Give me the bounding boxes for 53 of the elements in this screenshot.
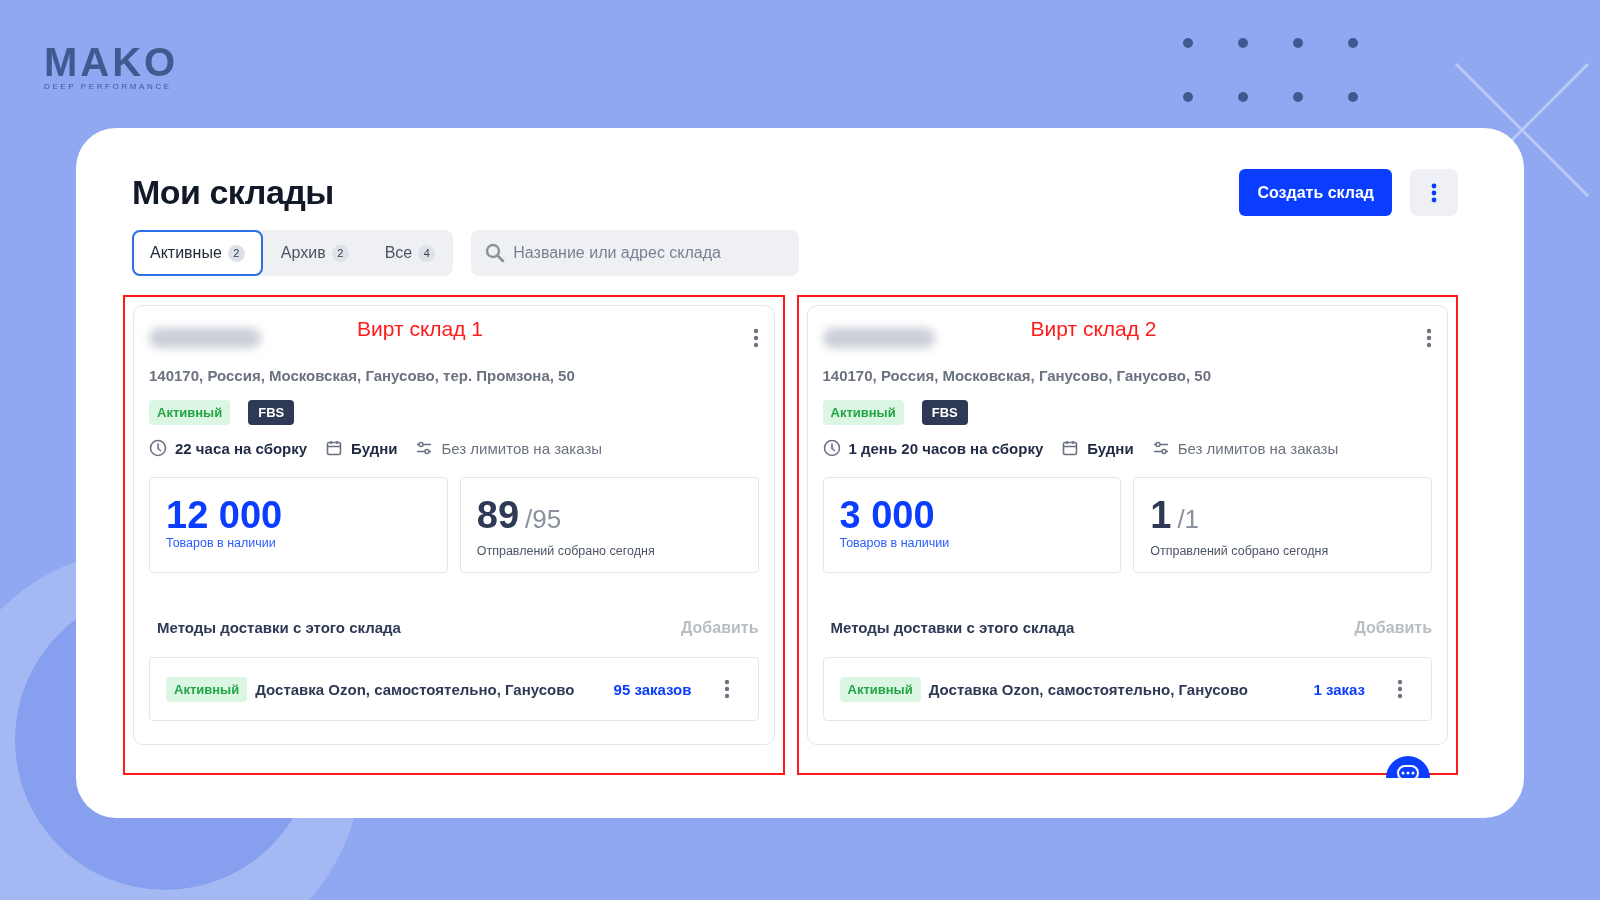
shipped-count: 89 xyxy=(476,496,520,534)
orders-link[interactable]: 95 заказов xyxy=(613,680,692,698)
sliders-icon xyxy=(1151,439,1170,457)
clock-icon xyxy=(149,439,167,457)
more-icon[interactable] xyxy=(1397,679,1403,699)
scheme-tag: FBS xyxy=(921,400,968,425)
section-heading: Методы доставки с этого склада xyxy=(157,619,401,637)
search-field[interactable]: Название или адрес склада xyxy=(471,230,800,276)
shipped-count: 1 xyxy=(1150,496,1172,534)
scheme-tag: FBS xyxy=(248,400,295,425)
chat-icon[interactable] xyxy=(1386,756,1430,778)
status-tag: Активный xyxy=(149,400,231,425)
more-button[interactable] xyxy=(1410,169,1458,216)
assembly-time: 22 часа на сборку xyxy=(175,439,308,457)
order-limits: Без лимитов на заказы xyxy=(441,439,603,457)
orders-link[interactable]: 1 заказ xyxy=(1313,680,1365,698)
calendar-icon xyxy=(1061,439,1080,457)
warehouse-address: 140170, Россия, Московская, Ганусово, Ганусово, 50 xyxy=(822,367,1212,384)
filter-tab[interactable]: Архив 2 xyxy=(262,230,367,276)
annotation-label: Вирт склад 1 xyxy=(357,317,484,341)
more-icon xyxy=(1431,182,1437,203)
delivery-method-name: Доставка Ozon, самостоятельно, Ганусово xyxy=(255,680,576,698)
delivery-method-name: Доставка Ozon, самостоятельно, Ганусово xyxy=(928,680,1249,698)
stock-count: 3 000 xyxy=(839,496,936,534)
shipped-total: /95 xyxy=(525,503,562,536)
logo: MAKO xyxy=(44,44,179,80)
schedule: Будни xyxy=(351,439,398,457)
more-icon[interactable] xyxy=(723,679,730,699)
shipped-label: Отправлений собрано сегодня xyxy=(476,544,656,558)
more-icon[interactable] xyxy=(1426,328,1432,348)
clock-icon xyxy=(822,439,841,457)
order-limits: Без лимитов на заказы xyxy=(1177,439,1339,457)
annotation-label: Вирт склад 2 xyxy=(1030,317,1157,341)
shipped-label: Отправлений собрано сегодня xyxy=(1150,544,1330,558)
more-icon[interactable] xyxy=(752,328,759,348)
schedule: Будни xyxy=(1087,439,1134,457)
filter-tab[interactable]: Активные 2 xyxy=(132,230,263,276)
stock-label: Товаров в наличии xyxy=(166,536,277,550)
warehouse-address: 140170, Россия, Московская, Ганусово, тер. Промзона, 50 xyxy=(149,367,576,384)
section-heading: Методы доставки с этого склада xyxy=(830,619,1075,637)
stock-count: 12 000 xyxy=(166,496,284,534)
status-tag: Активный xyxy=(166,676,248,702)
assembly-time: 1 день 20 часов на сборку xyxy=(848,439,1044,457)
stock-label: Товаров в наличии xyxy=(839,536,951,550)
create-button[interactable]: Создать склад xyxy=(1239,169,1392,216)
sliders-icon xyxy=(415,439,434,457)
filter-tab[interactable]: Все 4 xyxy=(366,230,454,276)
status-tag: Активный xyxy=(839,676,921,702)
shipped-total: /1 xyxy=(1177,503,1200,536)
logo-tagline: DEEP PERFORMANCE xyxy=(44,82,172,91)
page-title: Мои склады xyxy=(132,173,334,212)
calendar-icon xyxy=(325,439,344,457)
status-tag: Активный xyxy=(822,400,904,425)
